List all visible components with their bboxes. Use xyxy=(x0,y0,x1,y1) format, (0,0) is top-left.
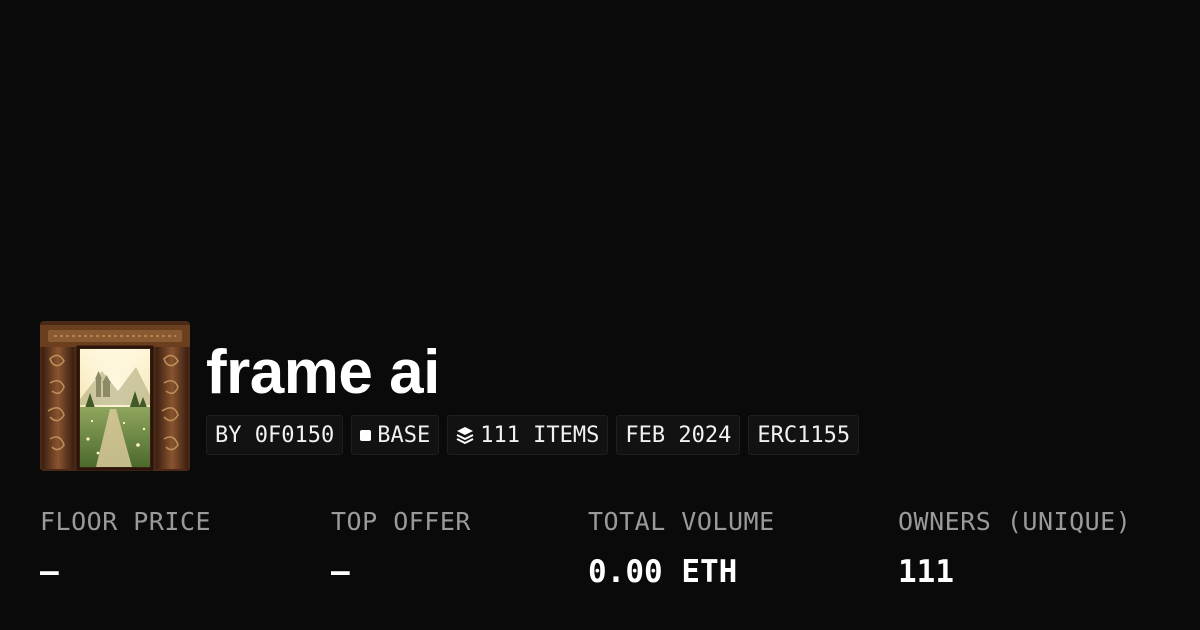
total-volume-label: TOTAL VOLUME xyxy=(588,507,775,536)
creator-chip[interactable]: BY 0F0150 xyxy=(206,415,344,455)
date-label: FEB 2024 xyxy=(625,422,732,448)
stat-top-offer: TOP OFFER – xyxy=(331,505,471,590)
portal-door-image xyxy=(40,321,190,471)
square-chain-icon xyxy=(360,429,372,441)
top-offer-label: TOP OFFER xyxy=(331,507,471,536)
total-volume-value: 0.00 ETH xyxy=(588,554,738,590)
items-label: 111 ITEMS xyxy=(480,422,600,448)
owners-value: 111 xyxy=(898,554,954,590)
collection-meta-chips: BY 0F0150 BASE 111 ITEMS FEB 2024 ERC115… xyxy=(206,415,860,455)
collection-card: frame ai BY 0F0150 BASE 111 ITEMS FEB 20… xyxy=(0,0,1200,630)
collection-thumbnail[interactable] xyxy=(40,321,190,471)
floor-price-label: FLOOR PRICE xyxy=(40,507,212,536)
stat-total-volume: TOTAL VOLUME 0.00 ETH xyxy=(588,505,775,590)
chain-label: BASE xyxy=(377,422,431,448)
layers-icon xyxy=(456,426,474,444)
creator-label: BY 0F0150 xyxy=(215,422,335,448)
chain-chip[interactable]: BASE xyxy=(351,415,440,455)
date-chip: FEB 2024 xyxy=(616,415,741,455)
owners-label: OWNERS (UNIQUE) xyxy=(898,507,1132,536)
stat-floor-price: FLOOR PRICE – xyxy=(40,505,211,590)
collection-title: frame ai xyxy=(206,338,440,407)
standard-label: ERC1155 xyxy=(757,422,851,448)
top-offer-value: – xyxy=(331,554,350,590)
stat-owners: OWNERS (UNIQUE) 111 xyxy=(898,505,1131,590)
floor-price-value: – xyxy=(40,554,59,590)
standard-chip: ERC1155 xyxy=(748,415,860,455)
items-chip[interactable]: 111 ITEMS xyxy=(447,415,609,455)
